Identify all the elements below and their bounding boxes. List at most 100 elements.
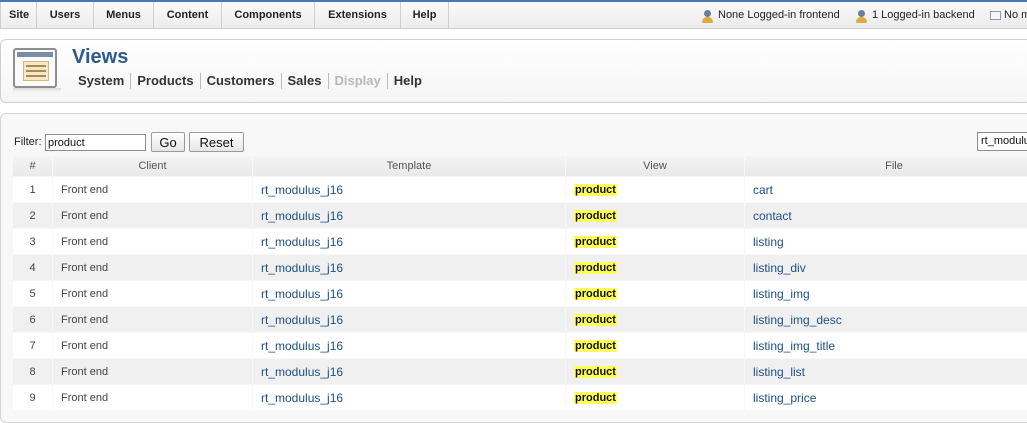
row-client: Front end [53,281,252,306]
submenu-system[interactable]: System [78,73,130,89]
backend-status[interactable]: 1 Logged-in backend [855,2,975,29]
file-link[interactable]: contact [753,209,792,223]
messages-status[interactable]: No m [990,2,1027,29]
row-view: product [566,359,744,384]
row-view: product [566,307,744,332]
column-header-view[interactable]: View [566,156,744,176]
row-client: Front end [53,307,252,332]
row-number: 3 [13,229,52,254]
submenu-customers[interactable]: Customers [199,73,281,89]
template-link[interactable]: rt_modulus_j16 [261,287,343,301]
menu-menus[interactable]: Menus [94,2,154,28]
file-link[interactable]: listing_img [753,287,810,301]
row-number: 1 [13,177,52,202]
row-file: listing [745,229,1027,254]
template-link[interactable]: rt_modulus_j16 [261,209,343,223]
page-title: Views [72,46,129,68]
messages-status-text: No m [1004,9,1027,21]
row-template: rt_modulus_j16 [253,177,565,202]
file-link[interactable]: listing_list [753,365,805,379]
menu-content[interactable]: Content [154,2,222,28]
table-row: 5 Front end rt_modulus_j16 product listi… [13,281,1027,306]
row-client: Front end [53,229,252,254]
menu-users[interactable]: Users [37,2,94,28]
file-link[interactable]: listing [753,235,784,249]
reset-button[interactable]: Reset [189,132,244,152]
view-highlight: product [574,235,617,248]
submenu: System Products Customers Sales Display … [78,73,428,89]
submenu-help[interactable]: Help [386,73,428,89]
view-highlight: product [574,261,617,274]
row-template: rt_modulus_j16 [253,229,565,254]
template-link[interactable]: rt_modulus_j16 [261,391,343,405]
file-link[interactable]: listing_img_title [753,339,835,353]
row-template: rt_modulus_j16 [253,203,565,228]
submenu-sales[interactable]: Sales [280,73,328,89]
file-link[interactable]: listing_div [753,261,806,275]
row-number: 2 [13,203,52,228]
menu-site[interactable]: Site [1,2,37,28]
row-client: Front end [53,385,252,410]
go-button[interactable]: Go [151,132,185,152]
row-client: Front end [53,359,252,384]
template-link[interactable]: rt_modulus_j16 [261,313,343,327]
table-row: 6 Front end rt_modulus_j16 product listi… [13,307,1027,332]
submenu-products[interactable]: Products [130,73,199,89]
template-link[interactable]: rt_modulus_j16 [261,183,343,197]
row-view: product [566,203,744,228]
row-number: 5 [13,281,52,306]
file-link[interactable]: listing_price [753,391,816,405]
view-highlight: product [574,313,617,326]
row-file: listing_list [745,359,1027,384]
menu-components[interactable]: Components [222,2,315,28]
row-template: rt_modulus_j16 [253,255,565,280]
row-number: 8 [13,359,52,384]
main-menu: Site Users Menus Content Components Exte… [0,2,449,29]
column-header-number[interactable]: # [13,156,52,176]
users-backend-icon [855,9,869,23]
table-row: 9 Front end rt_modulus_j16 product listi… [13,385,1027,410]
row-file: listing_img_title [745,333,1027,358]
file-link[interactable]: cart [753,183,773,197]
menu-help[interactable]: Help [401,2,449,28]
template-link[interactable]: rt_modulus_j16 [261,235,343,249]
view-highlight: product [574,391,617,404]
template-link[interactable]: rt_modulus_j16 [261,365,343,379]
view-highlight: product [574,365,617,378]
template-link[interactable]: rt_modulus_j16 [261,339,343,353]
row-file: listing_div [745,255,1027,280]
column-header-client[interactable]: Client [53,156,252,176]
filter-input[interactable] [45,134,146,151]
views-table: # Client Template View File 1 Front end … [12,155,1027,411]
admin-menubar: Site Users Menus Content Components Exte… [0,2,1027,29]
filter-label: Filter: [14,136,42,148]
column-header-template[interactable]: Template [253,156,565,176]
row-template: rt_modulus_j16 [253,281,565,306]
row-number: 7 [13,333,52,358]
view-highlight: product [574,339,617,352]
template-link[interactable]: rt_modulus_j16 [261,261,343,275]
column-header-file[interactable]: File [745,156,1027,176]
row-template: rt_modulus_j16 [253,333,565,358]
row-number: 4 [13,255,52,280]
row-view: product [566,385,744,410]
row-template: rt_modulus_j16 [253,307,565,332]
menu-extensions[interactable]: Extensions [315,2,401,28]
table-row: 7 Front end rt_modulus_j16 product listi… [13,333,1027,358]
row-file: contact [745,203,1027,228]
row-view: product [566,229,744,254]
users-frontend-icon [701,9,715,23]
row-number: 9 [13,385,52,410]
row-file: listing_img [745,281,1027,306]
template-filter-select[interactable]: rt_modulus_j16 [977,132,1027,151]
row-view: product [566,255,744,280]
row-view: product [566,281,744,306]
row-view: product [566,333,744,358]
row-client: Front end [53,333,252,358]
file-link[interactable]: listing_img_desc [753,313,842,327]
row-client: Front end [53,255,252,280]
row-view: product [566,177,744,202]
frontend-status[interactable]: None Logged-in frontend [701,2,840,29]
row-file: listing_img_desc [745,307,1027,332]
row-template: rt_modulus_j16 [253,359,565,384]
